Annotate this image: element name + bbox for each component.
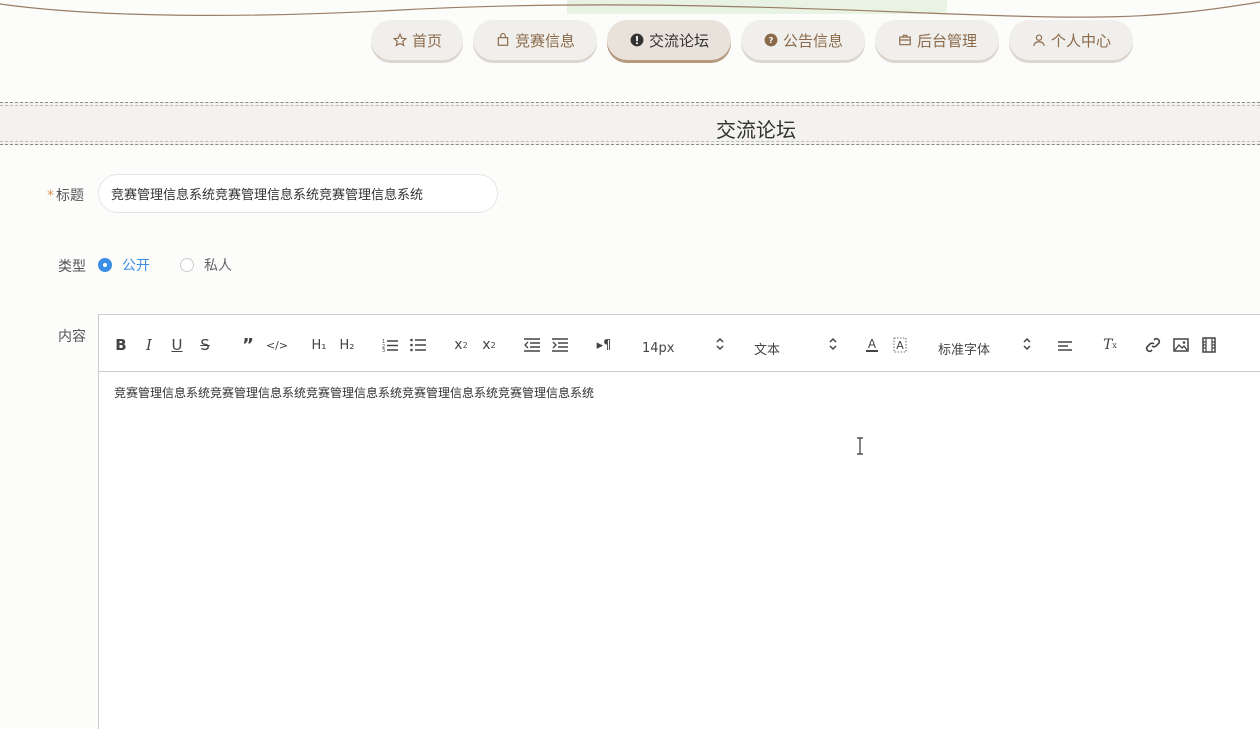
italic-icon[interactable]: I <box>141 335 157 355</box>
nav-item-label: 竞赛信息 <box>514 31 575 50</box>
font-family-select[interactable]: 标准字体 <box>938 338 990 358</box>
outdent-icon[interactable] <box>523 335 541 355</box>
font-size-chevron-icon <box>716 337 724 351</box>
nav-item-competition[interactable]: 竞赛信息 <box>473 20 597 60</box>
briefcase-icon <box>897 32 913 48</box>
star-icon <box>392 32 408 48</box>
editor-paragraph: 竞赛管理信息系统竞赛管理信息系统竞赛管理信息系统竞赛管理信息系统竞赛管理信息系统 <box>114 386 595 400</box>
top-decorative-wave <box>0 0 1260 18</box>
nav-item-label: 个人中心 <box>1050 31 1111 50</box>
bold-icon[interactable]: B <box>113 335 129 355</box>
blockquote-icon[interactable]: ” <box>240 335 256 356</box>
nav-item-label: 公告信息 <box>782 31 843 50</box>
type-radio-public[interactable]: 公开 <box>98 255 150 275</box>
text-color-icon[interactable]: A <box>864 335 880 355</box>
editor-toolbar: B I U S ” </> H₁ H₂ 123 x2 x2 ▸¶ 14px 文本… <box>99 315 1260 372</box>
font-size-select[interactable]: 14px <box>642 338 675 358</box>
link-icon[interactable] <box>1144 335 1162 355</box>
type-radio-group: 公开 私人 <box>98 255 262 275</box>
font-family-chevron-icon <box>1023 337 1031 351</box>
title-label: * 标题 <box>47 185 84 205</box>
nav-item-label: 后台管理 <box>916 31 977 50</box>
svg-text:A: A <box>896 339 904 352</box>
svg-text:?: ? <box>769 35 774 45</box>
user-icon <box>1031 32 1047 48</box>
align-icon[interactable] <box>1057 335 1075 355</box>
strike-icon[interactable]: S <box>197 335 213 355</box>
main-nav: 首页 竞赛信息 交流论坛 ? 公告信息 后台管理 个人中心 <box>371 20 1133 62</box>
bag-icon <box>495 32 511 48</box>
video-icon[interactable] <box>1200 335 1218 355</box>
title-input[interactable] <box>98 174 498 213</box>
svg-text:A: A <box>868 337 877 351</box>
page-title: 交流论坛 <box>716 118 796 142</box>
clear-format-icon[interactable]: Tx <box>1101 335 1119 355</box>
nav-item-notice[interactable]: ? 公告信息 <box>741 20 865 60</box>
nav-item-profile[interactable]: 个人中心 <box>1009 20 1133 60</box>
background-color-icon[interactable]: A <box>892 335 908 355</box>
header-select-chevron-icon <box>829 337 837 351</box>
bullet-list-icon[interactable] <box>409 335 427 355</box>
nav-item-label: 交流论坛 <box>648 31 709 50</box>
type-label: 类型 <box>58 259 86 275</box>
indent-icon[interactable] <box>551 335 569 355</box>
title-label-text: 标题 <box>56 188 84 204</box>
text-direction-icon[interactable]: ▸¶ <box>595 335 613 355</box>
radio-label: 私人 <box>204 258 232 274</box>
type-radio-private[interactable]: 私人 <box>180 255 232 275</box>
radio-unchecked-icon <box>180 258 194 272</box>
text-cursor-icon <box>857 437 863 455</box>
nav-item-home[interactable]: 首页 <box>371 20 463 60</box>
image-icon[interactable] <box>1172 335 1190 355</box>
content-label: 内容 <box>58 329 86 345</box>
required-marker: * <box>47 188 54 204</box>
underline-icon[interactable]: U <box>169 335 185 355</box>
radio-label: 公开 <box>122 258 150 274</box>
header-select[interactable]: 文本 <box>754 338 780 358</box>
subscript-icon[interactable]: x2 <box>451 335 471 355</box>
nav-item-forum[interactable]: 交流论坛 <box>607 20 731 60</box>
radio-checked-icon <box>98 258 112 272</box>
nav-item-label: 首页 <box>411 31 442 50</box>
code-block-icon[interactable]: </> <box>266 335 288 355</box>
header-2-icon[interactable]: H₂ <box>337 335 357 355</box>
exclamation-icon <box>629 32 645 48</box>
header-1-icon[interactable]: H₁ <box>309 335 329 355</box>
editor-content-area[interactable]: 竞赛管理信息系统竞赛管理信息系统竞赛管理信息系统竞赛管理信息系统竞赛管理信息系统 <box>99 372 1260 413</box>
section-header: 交流论坛 <box>0 102 1260 145</box>
svg-text:3: 3 <box>382 348 385 352</box>
question-icon: ? <box>763 32 779 48</box>
nav-item-admin[interactable]: 后台管理 <box>875 20 999 60</box>
rich-text-editor: B I U S ” </> H₁ H₂ 123 x2 x2 ▸¶ 14px 文本… <box>98 314 1260 729</box>
superscript-icon[interactable]: x2 <box>479 335 499 355</box>
ordered-list-icon[interactable]: 123 <box>381 335 399 355</box>
